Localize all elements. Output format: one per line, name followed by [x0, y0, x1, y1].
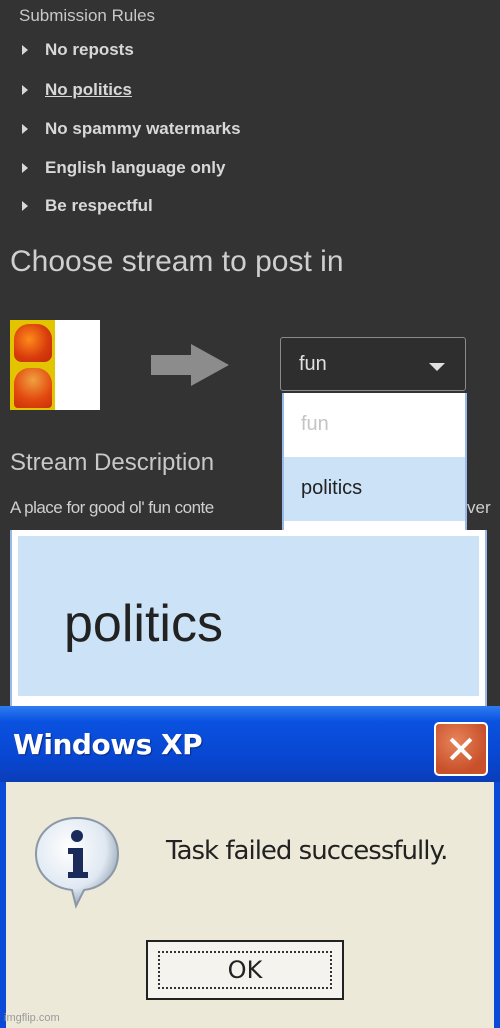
ok-label: OK	[227, 956, 263, 984]
arrow-right-icon	[151, 344, 229, 386]
background-edge	[0, 530, 10, 706]
rule-label: No reposts	[45, 40, 134, 59]
rule-item[interactable]: No reposts	[22, 39, 134, 61]
info-icon	[34, 816, 120, 909]
ok-button[interactable]: OK	[146, 940, 344, 1000]
stream-heading: Choose stream to post in	[10, 245, 344, 278]
expand-triangle-icon	[22, 45, 28, 55]
rule-item[interactable]: No politics	[22, 79, 132, 101]
description-text: A place for good ol' fun conte	[10, 498, 214, 517]
expand-triangle-icon	[22, 124, 28, 134]
background-edge	[487, 530, 500, 706]
stream-dropdown: fun politics	[282, 393, 467, 530]
rules-title: Submission Rules	[19, 6, 156, 25]
option-label: politics	[301, 477, 363, 499]
description-heading: Stream Description	[10, 449, 215, 476]
dialog-titlebar[interactable]: Windows XP	[0, 706, 500, 782]
rule-label: English language only	[45, 158, 226, 177]
meme-thumbnail	[10, 320, 100, 410]
chevron-down-icon	[429, 363, 445, 371]
expand-triangle-icon	[22, 163, 28, 173]
rule-item[interactable]: No spammy watermarks	[22, 118, 241, 140]
rule-item[interactable]: English language only	[22, 157, 225, 179]
rule-label: No spammy watermarks	[45, 119, 241, 138]
dialog-body: Task failed successfully. OK	[6, 782, 494, 1028]
stream-select-value: fun	[299, 353, 327, 375]
dialog-title: Windows XP	[13, 728, 203, 761]
figure-bottom	[14, 368, 52, 408]
zoomed-option-label: politics	[64, 595, 223, 653]
zoomed-option-panel: politics	[10, 530, 487, 706]
submission-panel: Submission Rules No reposts No politics …	[0, 0, 500, 530]
rule-item[interactable]: Be respectful	[22, 195, 153, 217]
rule-label: Be respectful	[45, 196, 153, 215]
dropdown-option-fun[interactable]: fun	[284, 393, 465, 455]
stream-select[interactable]: fun	[280, 337, 466, 391]
expand-triangle-icon	[22, 85, 28, 95]
xp-dialog: Windows XP Task failed successfully. OK	[0, 706, 500, 1028]
dropdown-option-politics[interactable]: politics	[284, 457, 465, 521]
close-button[interactable]	[434, 722, 488, 776]
dialog-message: Task failed successfully.	[166, 836, 448, 866]
figure-top	[14, 324, 52, 362]
expand-triangle-icon	[22, 201, 28, 211]
description-text-tail: ver	[467, 498, 491, 517]
watermark: imgflip.com	[4, 1012, 60, 1024]
rule-label-link[interactable]: No politics	[45, 80, 132, 100]
option-label: fun	[301, 413, 329, 435]
zoomed-option-politics[interactable]: politics	[18, 536, 479, 696]
